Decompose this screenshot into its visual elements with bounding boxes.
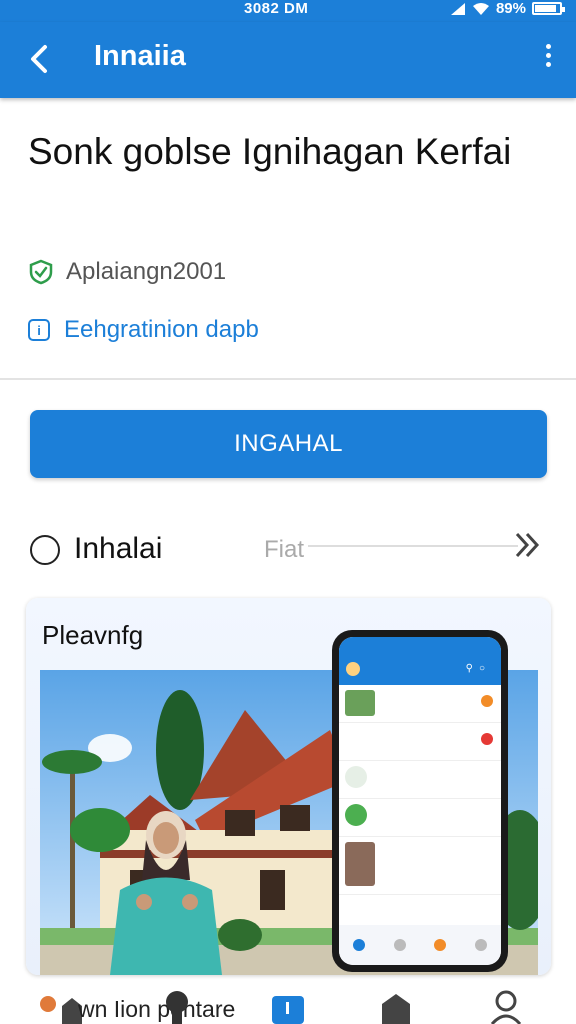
- phone-list-item: [339, 685, 501, 723]
- wifi-icon: [472, 2, 489, 15]
- phone-avatar: [346, 662, 360, 676]
- phone-list-item: [339, 799, 501, 837]
- filter-slider-track[interactable]: [308, 545, 518, 547]
- app-bar: Innaiia: [0, 22, 576, 98]
- status-icons: 89%: [450, 0, 565, 17]
- status-time: 3082 DM: [244, 0, 309, 17]
- status-bar: 3082 DM 89%: [0, 0, 576, 22]
- section-divider: [0, 378, 576, 380]
- bottom-nav: wn Iion pentare: [0, 986, 576, 1024]
- nav-account-icon[interactable]: [490, 990, 522, 1024]
- option-row: Inhalai Fiat: [30, 530, 546, 570]
- signal-icon: [450, 2, 465, 15]
- preview-title: Pleavnfg: [42, 620, 144, 650]
- battery-fill: [535, 5, 557, 12]
- bottom-nav-label: wn Iion pentare: [78, 996, 236, 1022]
- filter-label: Fiat: [264, 536, 305, 563]
- nav-bookmark-icon[interactable]: [272, 990, 304, 1024]
- app-headline: Sonk goblse Ignihagan Kerfai: [28, 131, 512, 172]
- phone-list-item: [339, 723, 501, 761]
- nav-house-icon[interactable]: [380, 990, 412, 1024]
- phone-mockup: ⚲○: [332, 630, 508, 972]
- phone-list-item: [339, 761, 501, 799]
- install-button[interactable]: INGAHAL: [30, 410, 547, 478]
- preview-card[interactable]: Pleavnfg ⚲○: [26, 598, 551, 975]
- publisher-name: Aplaiangn2001: [66, 258, 227, 285]
- nav-profile-icon[interactable]: [160, 990, 194, 1024]
- more-vert-icon[interactable]: [544, 44, 552, 72]
- double-chevron-right-icon[interactable]: [514, 530, 542, 568]
- battery-percent: 89%: [495, 0, 526, 17]
- verified-shield-icon: [29, 259, 53, 285]
- arrow-back-icon[interactable]: [28, 36, 50, 83]
- info-link-label: Eehgratinion dapb: [64, 316, 259, 343]
- option-radio[interactable]: [30, 535, 60, 565]
- phone-bottom-nav: [339, 925, 501, 965]
- phone-search-icon: ⚲○: [465, 663, 491, 674]
- option-label: Inhalai: [74, 532, 163, 565]
- battery-icon: [532, 2, 565, 15]
- phone-app-bar: ⚲○: [339, 637, 501, 685]
- phone-list-item: [339, 837, 501, 895]
- info-link[interactable]: i Eehgratinion dapb: [28, 316, 259, 344]
- info-icon: i: [28, 319, 50, 341]
- app-bar-title: Innaiia: [94, 40, 186, 72]
- phone-screen: ⚲○: [339, 637, 501, 965]
- publisher-row: Aplaiangn2001: [28, 258, 226, 286]
